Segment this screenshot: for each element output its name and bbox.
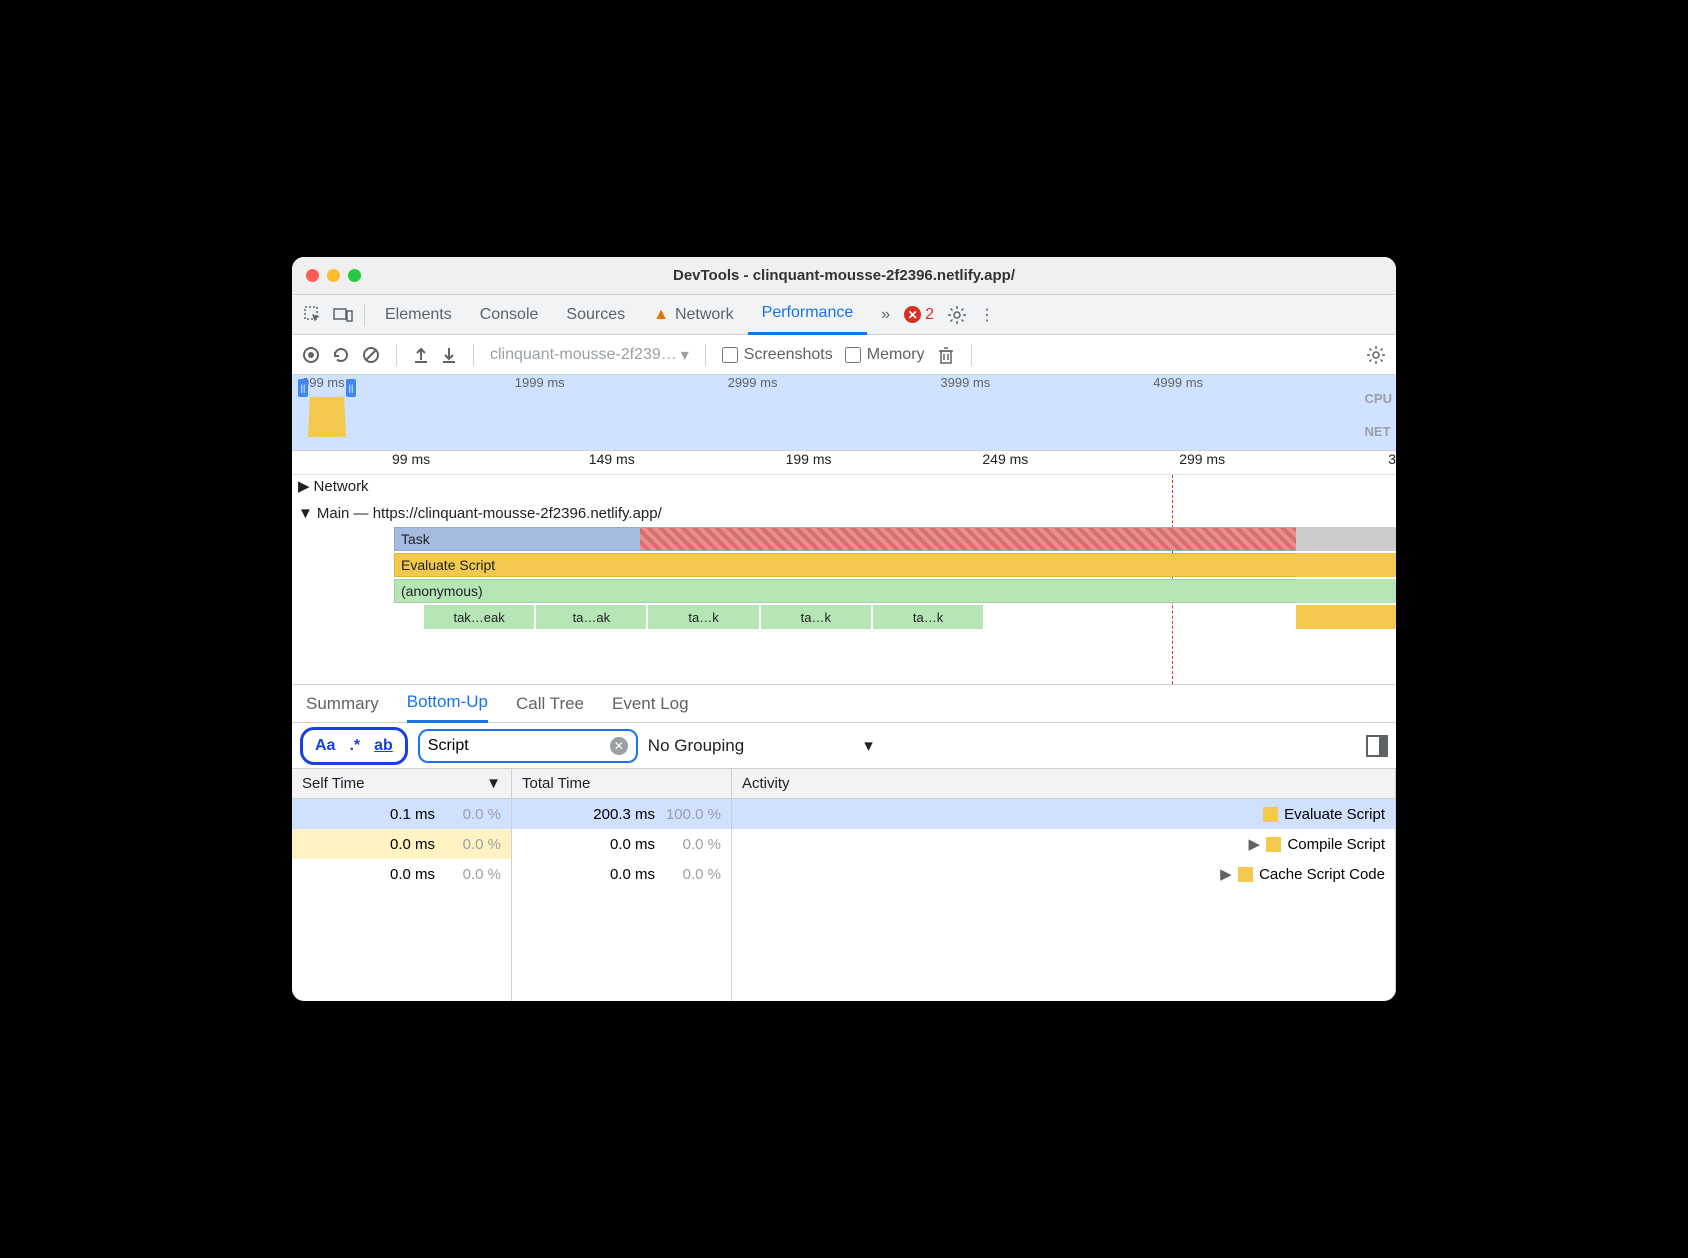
kebab-menu-icon[interactable]: ⋮	[972, 300, 1002, 330]
panel-tabbar: Elements Console Sources ▲ Network Perfo…	[292, 295, 1396, 335]
chevron-down-icon: ▾	[681, 345, 689, 365]
overview-cpu-thumb	[308, 397, 346, 437]
header-self-time[interactable]: Self Time▼	[292, 769, 511, 799]
network-track-label[interactable]: ▶ Network	[298, 477, 369, 495]
devtools-window: DevTools - clinquant-mousse-2f2396.netli…	[292, 257, 1396, 1001]
close-window-icon[interactable]	[306, 269, 319, 282]
garbage-collect-icon[interactable]	[937, 345, 955, 365]
filter-bar: Aa .* ab Script ✕ No Grouping▾	[292, 723, 1396, 769]
sort-desc-icon: ▼	[486, 775, 501, 792]
time-ruler: 99 ms149 ms199 ms249 ms299 ms3	[292, 451, 1396, 475]
color-swatch	[1266, 837, 1281, 852]
tab-bottom-up[interactable]: Bottom-Up	[407, 685, 488, 723]
overview-ticks: 999 ms 1999 ms 2999 ms 3999 ms 4999 ms	[292, 375, 1356, 390]
regex-button[interactable]: .*	[349, 737, 360, 755]
load-profile-icon[interactable]	[413, 346, 429, 364]
header-total-time[interactable]: Total Time	[512, 769, 731, 799]
zoom-window-icon[interactable]	[348, 269, 361, 282]
tab-sources[interactable]: Sources	[552, 295, 639, 335]
tab-summary[interactable]: Summary	[306, 685, 379, 723]
reload-record-icon[interactable]	[332, 346, 350, 364]
flame-chart[interactable]: ▶ Network ▼ Main — https://clinquant-mou…	[292, 475, 1396, 685]
details-tabs: Summary Bottom-Up Call Tree Event Log	[292, 685, 1396, 723]
chevron-down-icon: ▾	[864, 736, 873, 756]
performance-toolbar: clinquant-mousse-2f239…▾ Screenshots Mem…	[292, 335, 1396, 375]
device-toolbar-icon[interactable]	[328, 300, 358, 330]
capture-settings-icon[interactable]	[1366, 345, 1386, 365]
grouping-select[interactable]: No Grouping▾	[648, 736, 873, 756]
memory-checkbox[interactable]: Memory	[845, 346, 925, 364]
cell-self-time[interactable]: 0.0 ms0.0 %	[292, 859, 511, 889]
inspect-element-icon[interactable]	[298, 300, 328, 330]
cell-self-time[interactable]: 0.0 ms0.0 %	[292, 829, 511, 859]
cell-total-time[interactable]: 0.0 ms0.0 %	[512, 859, 731, 889]
flame-task-bar[interactable]: Task	[394, 527, 1376, 551]
filter-modifiers: Aa .* ab	[300, 727, 408, 765]
profile-selector[interactable]: clinquant-mousse-2f239…▾	[490, 345, 689, 365]
timeline-overview[interactable]: 999 ms 1999 ms 2999 ms 3999 ms 4999 ms |…	[292, 375, 1396, 451]
screenshots-checkbox[interactable]: Screenshots	[722, 346, 833, 364]
activity-row[interactable]: Evaluate Script	[732, 799, 1395, 829]
activity-row[interactable]: ▶Compile Script	[732, 829, 1395, 859]
flame-call[interactable]: tak…eak	[424, 605, 534, 629]
settings-icon[interactable]	[942, 300, 972, 330]
clear-icon[interactable]	[362, 346, 380, 364]
cpu-label: CPU	[1365, 391, 1392, 406]
filter-input[interactable]: Script ✕	[418, 729, 638, 763]
error-badge[interactable]: ✕ 2	[904, 306, 934, 324]
net-label: NET	[1365, 424, 1392, 439]
record-icon[interactable]	[302, 346, 320, 364]
tab-event-log[interactable]: Event Log	[612, 685, 689, 723]
flame-anonymous-bar[interactable]: (anonymous)	[394, 579, 1376, 603]
cell-total-time[interactable]: 200.3 ms100.0 %	[512, 799, 731, 829]
titlebar: DevTools - clinquant-mousse-2f2396.netli…	[292, 257, 1396, 295]
tab-elements[interactable]: Elements	[371, 295, 466, 335]
window-controls	[306, 269, 361, 282]
bottom-up-table: Self Time▼ 0.1 ms0.0 % 0.0 ms0.0 % 0.0 m…	[292, 769, 1396, 1001]
overflow-tabs[interactable]: »	[867, 295, 904, 335]
cell-self-time[interactable]: 0.1 ms0.0 %	[292, 799, 511, 829]
warning-icon: ▲	[653, 306, 669, 324]
window-title: DevTools - clinquant-mousse-2f2396.netli…	[292, 267, 1396, 284]
tab-console[interactable]: Console	[466, 295, 553, 335]
cell-total-time[interactable]: 0.0 ms0.0 %	[512, 829, 731, 859]
expand-icon[interactable]: ▶	[1220, 865, 1232, 883]
save-profile-icon[interactable]	[441, 346, 457, 364]
flame-call[interactable]: ta…k	[761, 605, 871, 629]
color-swatch	[1238, 867, 1253, 882]
whole-word-button[interactable]: ab	[374, 737, 393, 755]
minimize-window-icon[interactable]	[327, 269, 340, 282]
color-swatch	[1263, 807, 1278, 822]
tab-performance[interactable]: Performance	[748, 295, 868, 335]
expand-icon[interactable]: ▶	[1248, 835, 1260, 853]
header-activity[interactable]: Activity	[732, 769, 1395, 799]
activity-row[interactable]: ▶Cache Script Code	[732, 859, 1395, 889]
clear-filter-icon[interactable]: ✕	[610, 737, 628, 755]
flame-call[interactable]: ta…ak	[536, 605, 646, 629]
tab-network[interactable]: ▲ Network	[639, 295, 748, 335]
range-handle-right[interactable]: ||	[346, 379, 356, 397]
flame-call[interactable]: ta…k	[648, 605, 758, 629]
tab-call-tree[interactable]: Call Tree	[516, 685, 584, 723]
error-icon: ✕	[904, 306, 921, 323]
match-case-button[interactable]: Aa	[315, 737, 335, 755]
dock-side-icon[interactable]	[1366, 735, 1388, 757]
main-track-label[interactable]: ▼ Main — https://clinquant-mousse-2f2396…	[298, 505, 662, 522]
flame-evaluate-script-bar[interactable]: Evaluate Script	[394, 553, 1376, 577]
range-handle-left[interactable]: ||	[298, 379, 308, 397]
flame-call[interactable]: ta…k	[873, 605, 983, 629]
